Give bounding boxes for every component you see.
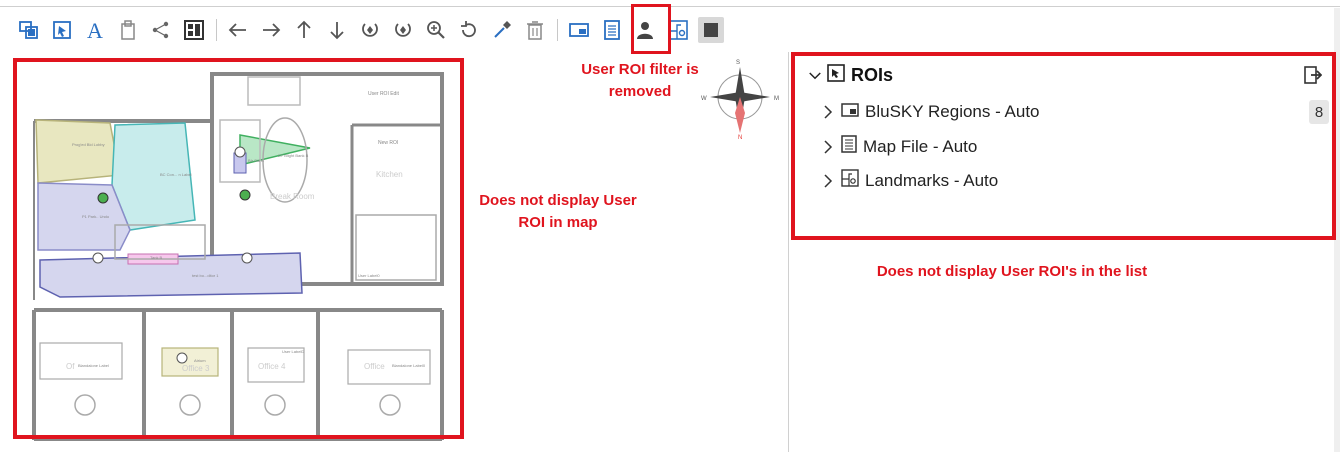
annotation-map-note: Does not display User ROI in map [479,192,637,231]
count-badge: 8 [1309,100,1329,124]
user-filter-highlight [631,4,671,54]
rotate-ccw-icon[interactable] [390,17,416,43]
zoom-icon[interactable] [423,17,449,43]
share-icon[interactable] [148,17,174,43]
toolbar-separator [557,19,558,41]
roi-header[interactable]: ROIs [809,64,893,87]
select-icon[interactable] [49,17,75,43]
chevron-down-icon[interactable] [809,69,821,83]
svg-text:N: N [738,135,742,141]
region-icon[interactable] [566,17,592,43]
toolbar: A [16,14,731,46]
svg-text:M: M [774,96,779,102]
map-file-icon[interactable] [599,17,625,43]
chevron-right-icon[interactable] [823,139,835,154]
roi-item-label: BluSKY Regions - Auto [865,102,1040,121]
arrow-left-icon[interactable] [225,17,251,43]
rotate-cw-icon[interactable] [357,17,383,43]
paste-icon[interactable] [115,17,141,43]
stop-icon[interactable] [698,17,724,43]
roi-item-landmarks[interactable]: Landmarks - Auto [823,169,998,192]
pane-divider[interactable] [788,52,789,452]
svg-text:A: A [87,19,103,41]
roi-folder-icon [827,64,845,87]
map-highlight-box [13,58,464,439]
trash-icon[interactable] [522,17,548,43]
annotation-list-note: Does not display User ROI's in the list [876,263,1148,280]
roi-item-label: Landmarks - Auto [865,170,999,190]
export-icon[interactable] [1304,66,1323,89]
layer-icon[interactable] [16,17,42,43]
eyedropper-icon[interactable] [489,17,515,43]
region-icon [841,102,859,122]
annotation-filter-removed: User ROI filter is removed [581,61,699,100]
reset-icon[interactable] [456,17,482,43]
text-icon[interactable]: A [82,17,108,43]
chevron-right-icon[interactable] [823,105,835,119]
toolbar-separator [216,19,217,41]
arrow-up-icon[interactable] [291,17,317,43]
roi-item-bluesky-regions[interactable]: BluSKY Regions - Auto [823,102,1040,122]
roi-title: ROIs [851,65,894,85]
roi-item-map-file[interactable]: Map File - Auto [823,135,977,158]
landmark-icon [841,169,859,192]
arrow-down-icon[interactable] [324,17,350,43]
arrow-right-icon[interactable] [258,17,284,43]
grid-icon[interactable] [181,17,207,43]
map-file-icon [841,135,857,158]
roi-item-label: Map File - Auto [863,136,978,156]
svg-text:S: S [736,60,740,66]
roi-panel: ROIs BluSKY Regions - Auto 8 Map File - … [791,52,1336,240]
chevron-right-icon[interactable] [823,173,835,188]
